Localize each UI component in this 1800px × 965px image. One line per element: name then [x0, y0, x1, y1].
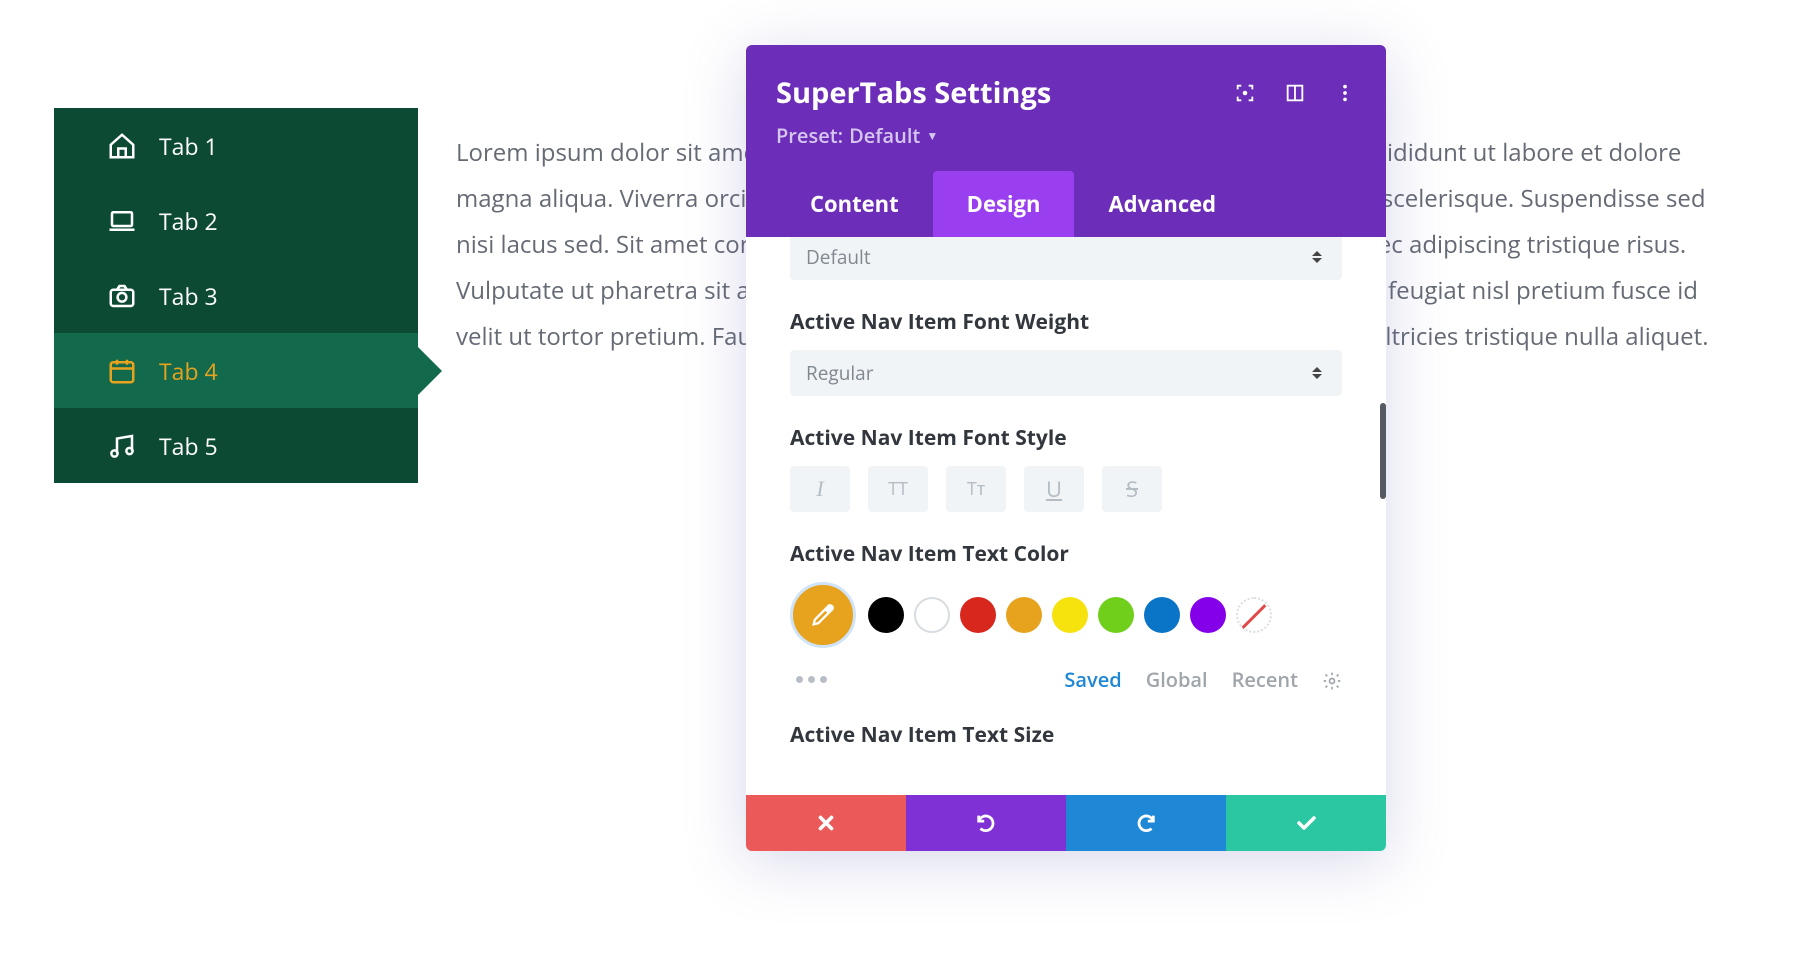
- palette-tab-global[interactable]: Global: [1146, 666, 1208, 693]
- color-swatch-red[interactable]: [960, 597, 996, 633]
- chevron-down-icon: ▼: [926, 127, 938, 144]
- save-button[interactable]: [1226, 795, 1386, 851]
- focus-icon[interactable]: [1234, 82, 1256, 104]
- preset-value: Default: [849, 122, 920, 149]
- preset-label: Preset:: [776, 122, 843, 149]
- color-swatch-purple[interactable]: [1190, 597, 1226, 633]
- style-toggle-underline[interactable]: U: [1024, 466, 1084, 512]
- font-style-label: Active Nav Item Font Style: [790, 424, 1342, 452]
- sidebar-item-tab2[interactable]: Tab 2: [54, 183, 418, 258]
- select-caret-icon: [1312, 250, 1326, 264]
- modal-body: Default Active Nav Item Font Weight Regu…: [746, 237, 1386, 795]
- supertabs-settings-modal: SuperTabs Settings Preset: Default ▼ Con…: [746, 45, 1386, 851]
- camera-icon: [106, 280, 138, 312]
- tab-advanced[interactable]: Advanced: [1074, 171, 1250, 237]
- select-caret-icon: [1312, 366, 1326, 380]
- home-icon: [106, 130, 138, 162]
- color-swatch-blue[interactable]: [1144, 597, 1180, 633]
- preset-dropdown[interactable]: Preset: Default ▼: [776, 122, 1356, 149]
- sidebar-item-tab4[interactable]: Tab 4: [54, 333, 418, 408]
- style-toggle-strikethrough[interactable]: S: [1102, 466, 1162, 512]
- tab-content[interactable]: Content: [776, 171, 933, 237]
- color-swatch-white[interactable]: [914, 597, 950, 633]
- font-style-toggles: I TT Tᴛ U S: [790, 466, 1342, 512]
- font-select-value: Default: [806, 244, 871, 270]
- style-toggle-uppercase[interactable]: TT: [868, 466, 928, 512]
- text-size-label: Active Nav Item Text Size: [790, 721, 1342, 749]
- sidebar-item-tab5[interactable]: Tab 5: [54, 408, 418, 483]
- modal-title: SuperTabs Settings: [776, 73, 1051, 112]
- sidebar-item-label: Tab 5: [159, 430, 218, 462]
- sidebar: Tab 1 Tab 2 Tab 3 Tab 4 Tab 5: [54, 108, 418, 483]
- palette-tab-saved[interactable]: Saved: [1064, 666, 1121, 693]
- scrollbar-thumb[interactable]: [1380, 403, 1386, 499]
- font-weight-select[interactable]: Regular: [790, 350, 1342, 396]
- sidebar-item-label: Tab 3: [159, 280, 218, 312]
- more-dots-icon[interactable]: [796, 676, 827, 683]
- sidebar-item-label: Tab 1: [159, 130, 218, 162]
- undo-button[interactable]: [906, 795, 1066, 851]
- sidebar-item-label: Tab 2: [159, 205, 218, 237]
- text-color-label: Active Nav Item Text Color: [790, 540, 1342, 568]
- laptop-icon: [106, 205, 138, 237]
- cancel-button[interactable]: [746, 795, 906, 851]
- style-toggle-small-caps[interactable]: Tᴛ: [946, 466, 1006, 512]
- color-swatch-none[interactable]: [1236, 597, 1272, 633]
- gear-icon[interactable]: [1322, 670, 1342, 690]
- palette-tab-recent[interactable]: Recent: [1232, 666, 1298, 693]
- more-icon[interactable]: [1334, 82, 1356, 104]
- modal-footer: [746, 795, 1386, 851]
- color-swatch-black[interactable]: [868, 597, 904, 633]
- tab-design[interactable]: Design: [933, 171, 1075, 237]
- sidebar-item-label: Tab 4: [159, 355, 218, 387]
- sidebar-item-tab3[interactable]: Tab 3: [54, 258, 418, 333]
- music-icon: [106, 430, 138, 462]
- modal-header: SuperTabs Settings Preset: Default ▼ Con…: [746, 45, 1386, 237]
- style-toggle-italic[interactable]: I: [790, 466, 850, 512]
- panel-icon[interactable]: [1284, 82, 1306, 104]
- redo-button[interactable]: [1066, 795, 1226, 851]
- color-swatch-orange[interactable]: [1006, 597, 1042, 633]
- eyedropper-button[interactable]: [790, 582, 856, 648]
- color-swatch-yellow[interactable]: [1052, 597, 1088, 633]
- font-weight-label: Active Nav Item Font Weight: [790, 308, 1342, 336]
- sidebar-item-tab1[interactable]: Tab 1: [54, 108, 418, 183]
- color-swatch-green[interactable]: [1098, 597, 1134, 633]
- font-select[interactable]: Default: [790, 237, 1342, 280]
- calendar-icon: [106, 355, 138, 387]
- font-weight-value: Regular: [806, 360, 873, 386]
